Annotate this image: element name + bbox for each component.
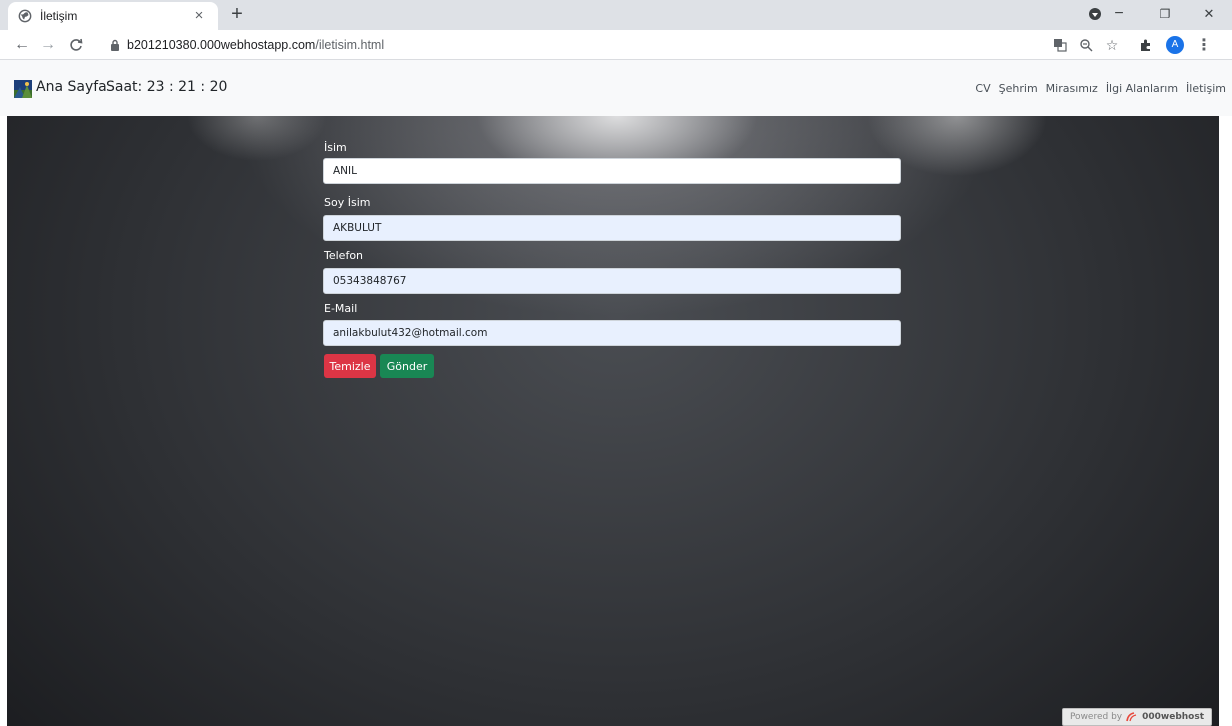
nav-link-cv[interactable]: CV (975, 82, 990, 95)
menu-kebab-icon[interactable]: ⋮ (1196, 37, 1212, 54)
minimize-button[interactable]: − (1096, 0, 1142, 28)
profile-avatar[interactable]: A (1166, 36, 1184, 54)
lock-icon[interactable] (110, 9, 120, 21)
nav-links: CV Şehrim Mirasımız İlgi Alanlarım İleti… (975, 82, 1226, 95)
globe-icon (18, 9, 32, 23)
browser-tab-strip: İletişim × + − ❐ ✕ (0, 0, 1232, 30)
nav-link-mirasimiz[interactable]: Mirasımız (1046, 82, 1098, 95)
contact-page-background (7, 116, 1219, 726)
bookmark-star-icon[interactable]: ☆ (1104, 37, 1120, 53)
email-label: E-Mail (324, 302, 358, 315)
host-brand-text: 000webhost (1142, 712, 1205, 722)
first-name-label: İsim (324, 141, 347, 154)
nav-link-sehrim[interactable]: Şehrim (999, 82, 1038, 95)
close-tab-icon[interactable]: × (190, 7, 208, 25)
extensions-puzzle-icon[interactable] (1138, 37, 1154, 53)
url-domain: b201210380.000webhostapp.com (127, 38, 316, 52)
back-icon[interactable]: ← (12, 35, 32, 55)
browser-toolbar: ← → b201210380.000webhostapp.com/iletisi… (0, 30, 1232, 60)
nav-link-ilgi-alanlarim[interactable]: İlgi Alanlarım (1106, 82, 1178, 95)
zoom-icon[interactable] (1078, 37, 1094, 53)
translate-icon[interactable] (1052, 37, 1068, 53)
url-text[interactable]: b201210380.000webhostapp.com/iletisim.ht… (127, 38, 384, 52)
last-name-label: Soy İsim (324, 196, 371, 209)
clock-text: Saat: 23 : 21 : 20 (106, 79, 228, 95)
last-name-input[interactable]: AKBULUT (323, 215, 901, 241)
nav-link-iletisim[interactable]: İletişim (1186, 82, 1226, 95)
new-tab-button[interactable]: + (226, 4, 248, 26)
reload-icon[interactable] (66, 35, 86, 55)
webhost-logo-icon (1126, 712, 1137, 722)
forward-icon[interactable]: → (38, 35, 58, 55)
clear-button[interactable]: Temizle (324, 354, 376, 378)
page-scrollbar-track[interactable] (1219, 116, 1232, 726)
first-name-input[interactable]: ANIL (323, 158, 901, 184)
phone-input[interactable]: 05343848767 (323, 268, 901, 294)
brand-link[interactable]: Ana Sayfa (36, 79, 107, 95)
submit-button[interactable]: Gönder (380, 354, 434, 378)
page-margin-left (0, 116, 7, 726)
brand-logo-icon[interactable] (14, 80, 32, 98)
url-path: /iletisim.html (315, 38, 385, 52)
close-window-button[interactable]: ✕ (1186, 0, 1232, 28)
powered-by-text: Powered by (1069, 712, 1123, 722)
restore-button[interactable]: ❐ (1142, 0, 1188, 28)
powered-by-badge[interactable]: Powered by 000webhost (1062, 708, 1212, 726)
padlock-icon[interactable] (110, 39, 120, 51)
phone-label: Telefon (324, 249, 364, 262)
email-input[interactable]: anilakbulut432@hotmail.com (323, 320, 901, 346)
